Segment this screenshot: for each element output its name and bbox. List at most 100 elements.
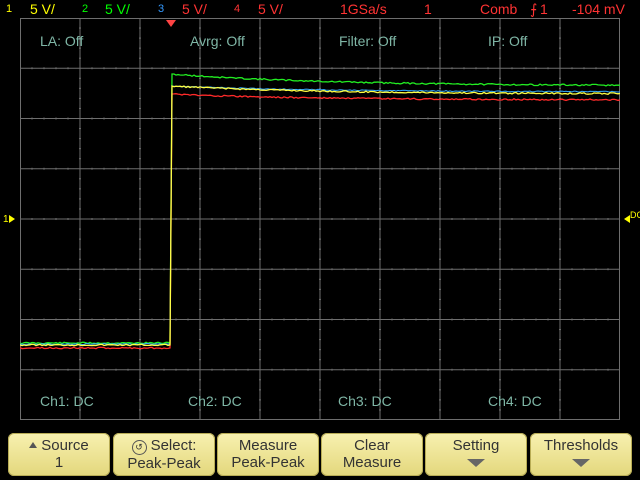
ch4-scale[interactable]: 5 V/ (258, 1, 283, 17)
grid-tick (451, 218, 453, 220)
grid-tick (559, 298, 561, 300)
grid-tick (319, 399, 321, 401)
grid-tick (43, 67, 45, 70)
grid-tick (559, 349, 561, 351)
grid-tick (271, 117, 273, 120)
grid-tick (559, 379, 561, 381)
select-softkey[interactable]: ↺ Select: Peak-Peak (113, 433, 215, 476)
grid-tick (343, 268, 345, 271)
ground-marker-icon[interactable]: 1 (3, 212, 15, 226)
clear-measure-softkey[interactable]: Clear Measure (321, 433, 423, 476)
grid-tick (307, 268, 309, 271)
grid-tick (439, 148, 441, 150)
grid-tick (475, 368, 477, 371)
down-arrow-icon (572, 459, 590, 467)
grid-tick (79, 339, 81, 341)
ch3-scale[interactable]: 5 V/ (182, 1, 207, 17)
grid-tick (139, 359, 141, 361)
grid-tick (307, 318, 309, 321)
grid-tick (283, 268, 285, 271)
grid-tick (79, 77, 81, 79)
grid-tick (91, 67, 93, 70)
measure-softkey[interactable]: Measure Peak-Peak (217, 433, 319, 476)
grid-tick (439, 409, 441, 411)
ch1-scale[interactable]: 5 V/ (30, 1, 55, 17)
grid-tick (559, 329, 561, 331)
grid-tick (559, 248, 561, 250)
grid-tick (391, 218, 393, 220)
grid-tick (259, 37, 261, 39)
grid-tick (187, 67, 189, 70)
ch2-scale[interactable]: 5 V/ (105, 1, 130, 17)
grid-tick (139, 228, 141, 230)
grid-tick (319, 409, 321, 411)
grid-tick (559, 228, 561, 230)
grid-tick (607, 318, 609, 321)
waveform-display[interactable]: 1 DC LA: Off Avrg: Off Filter: Off IP: O… (0, 18, 640, 430)
grid-tick (427, 268, 429, 271)
grid-tick (559, 238, 561, 240)
grid-tick (319, 158, 321, 160)
grid-tick (79, 288, 81, 290)
down-arrow-icon (467, 459, 485, 467)
grid-tick (391, 67, 393, 70)
grid-tick (79, 188, 81, 190)
grid-tick (355, 117, 357, 120)
grid-tick (451, 67, 453, 70)
grid-tick (79, 258, 81, 260)
up-arrow-icon (29, 442, 38, 448)
grid-tick (67, 268, 69, 271)
grid-tick (175, 117, 177, 120)
grid-tick (139, 298, 141, 300)
grid-tick (259, 349, 261, 351)
grid-tick (571, 318, 573, 321)
grid-tick (499, 409, 501, 411)
setting-softkey[interactable]: Setting (425, 433, 527, 476)
grid-tick (355, 268, 357, 271)
grid-tick (259, 379, 261, 381)
grid-tick (451, 268, 453, 271)
grid-tick (139, 77, 141, 79)
grid-tick (547, 318, 549, 321)
grid-tick (427, 117, 429, 120)
grid-tick (295, 167, 297, 170)
grid-tick (223, 117, 225, 120)
grid-tick (187, 218, 189, 220)
grid-tick (319, 107, 321, 109)
grid-tick (151, 368, 153, 371)
grid-tick (247, 368, 249, 371)
grid-tick (295, 218, 297, 220)
grid-tick (439, 278, 441, 280)
grid-tick (259, 329, 261, 331)
grid-tick (211, 318, 213, 321)
grid-tick (127, 268, 129, 271)
grid-tick (559, 339, 561, 341)
grid-tick (55, 368, 57, 371)
grid-tick (499, 349, 501, 351)
grid-tick (199, 228, 201, 230)
grid-tick (43, 218, 45, 220)
grid-tick (499, 298, 501, 300)
grid-tick (127, 67, 129, 70)
thresholds-softkey[interactable]: Thresholds (530, 433, 632, 476)
grid-tick (79, 228, 81, 230)
grid-tick (499, 359, 501, 361)
grid-tick (379, 258, 381, 260)
grid-tick (79, 27, 81, 29)
grid-tick (331, 268, 333, 271)
ch1-coupling: Ch1: DC (40, 393, 94, 409)
grid-tick (319, 128, 321, 130)
grid-tick (295, 368, 297, 371)
source-softkey[interactable]: Source 1 (8, 433, 110, 476)
grid-tick (211, 117, 213, 120)
grid-tick (403, 67, 405, 70)
grid-tick (511, 218, 513, 220)
grid-tick (139, 138, 141, 140)
grid-tick (103, 67, 105, 70)
grid-tick (439, 228, 441, 230)
grid-tick (91, 218, 93, 220)
grid-tick (151, 67, 153, 70)
grid-tick (31, 368, 33, 371)
grid-tick (439, 178, 441, 180)
grid-tick (139, 349, 141, 351)
